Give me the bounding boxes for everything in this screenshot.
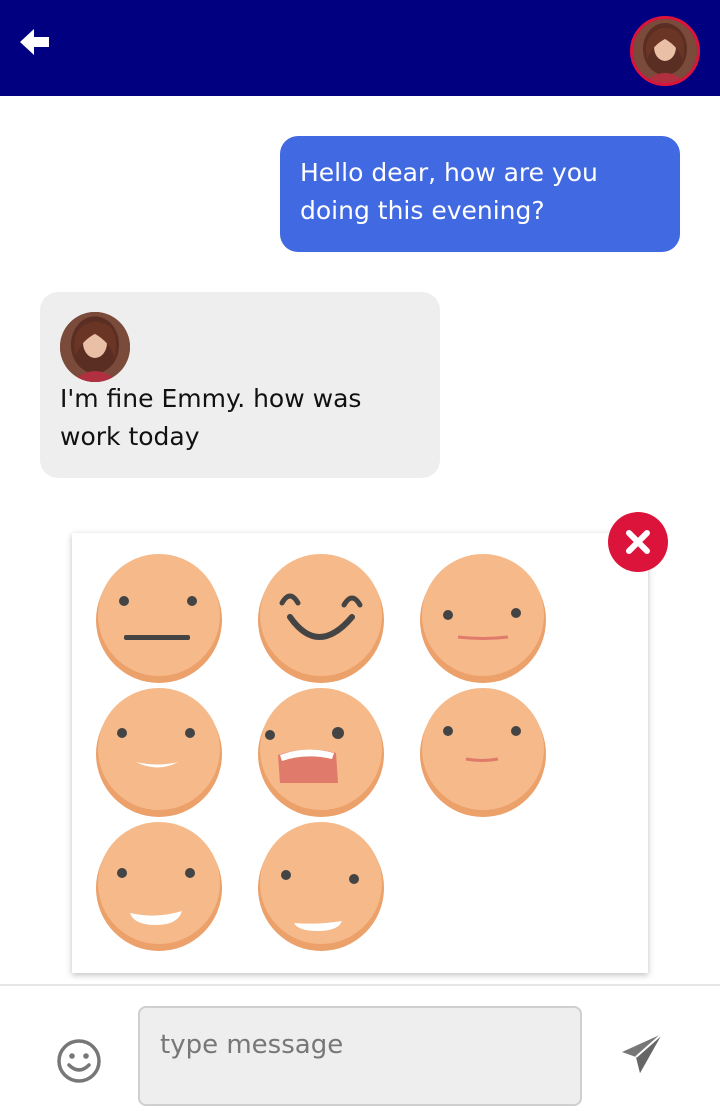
chat-app: Hello dear, how are you doing this eveni… <box>0 0 720 1114</box>
happy-closed-eyes-face-icon <box>258 554 384 683</box>
emoji-grin-face[interactable] <box>94 821 224 951</box>
outgoing-message: Hello dear, how are you doing this eveni… <box>280 136 680 252</box>
emoji-tight-lips-face[interactable] <box>418 553 548 683</box>
close-x-icon <box>626 530 650 554</box>
send-button[interactable] <box>618 1030 666 1078</box>
message-text: Hello dear, how are you doing this eveni… <box>300 158 598 225</box>
message-text: I'm fine Emmy. how was work today <box>60 384 362 451</box>
tight-lips-face-icon <box>420 554 546 683</box>
emoji-slight-smile-face[interactable] <box>94 687 224 817</box>
paper-plane-icon <box>622 1033 663 1073</box>
close-emoji-picker-button[interactable] <box>608 512 668 572</box>
emoji-shocked-face[interactable] <box>256 687 386 817</box>
chat-header <box>0 0 720 96</box>
emoji-neutral-face[interactable] <box>94 553 224 683</box>
incoming-message: I'm fine Emmy. how was work today <box>40 292 440 478</box>
back-button[interactable] <box>18 26 52 58</box>
arrow-left-icon <box>20 29 49 55</box>
shocked-face-icon <box>258 688 384 817</box>
emoji-wink-smile-face[interactable] <box>256 821 386 951</box>
slight-smile-face-icon <box>96 688 222 817</box>
grin-face-icon <box>96 822 222 951</box>
sender-avatar <box>60 312 130 382</box>
small-mouth-face-icon <box>420 688 546 817</box>
wink-smile-face-icon <box>258 822 384 951</box>
contact-avatar[interactable] <box>630 16 700 86</box>
message-input[interactable] <box>138 1006 582 1106</box>
emoji-toggle-button[interactable] <box>55 1037 103 1085</box>
avatar-image <box>60 312 130 382</box>
smiley-icon <box>57 1039 101 1083</box>
emoji-small-mouth-face[interactable] <box>418 687 548 817</box>
emoji-happy-closed-eyes-face[interactable] <box>256 553 386 683</box>
emoji-picker <box>72 533 648 973</box>
avatar-image <box>633 19 697 83</box>
neutral-face-icon <box>96 554 222 683</box>
